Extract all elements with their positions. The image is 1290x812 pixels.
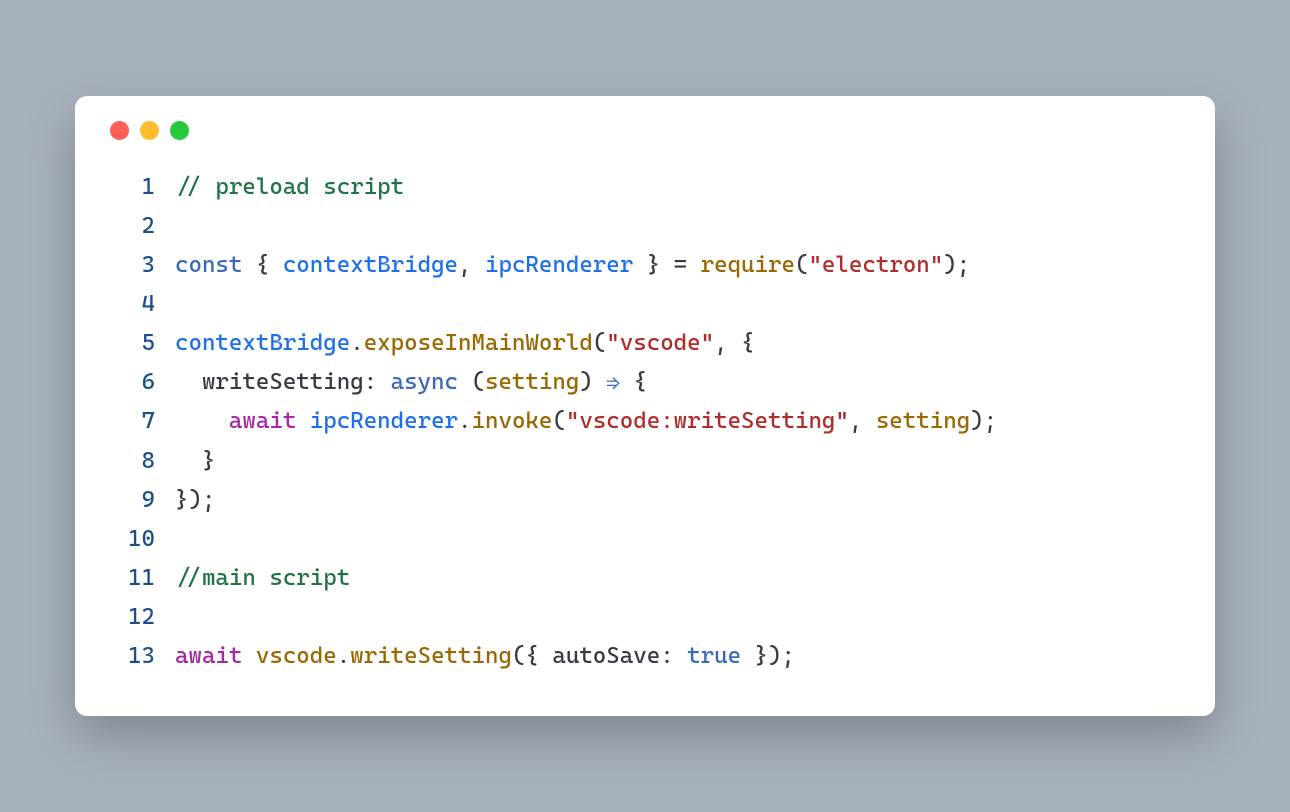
code-line: }: [175, 442, 1185, 481]
code-token: "vscode": [606, 330, 714, 356]
line-number: 8: [105, 442, 155, 481]
code-token: async: [391, 369, 458, 395]
code-token: [175, 369, 202, 395]
code-token: :: [364, 369, 391, 395]
code-line: [175, 520, 1185, 559]
code-line: await ipcRenderer.invoke("vscode:writeSe…: [175, 402, 1185, 441]
code-token: exposeInMainWorld: [364, 330, 593, 356]
line-number: 9: [105, 481, 155, 520]
code-token: writeSetting: [350, 643, 512, 669]
code-line: writeSetting: async (setting) ⇒ {: [175, 363, 1185, 402]
code-token: ipcRenderer: [485, 252, 633, 278]
line-number: 4: [105, 285, 155, 324]
line-number: 13: [105, 637, 155, 676]
code-token: // preload script: [175, 174, 404, 200]
line-number: 3: [105, 246, 155, 285]
code-token: });: [741, 643, 795, 669]
minimize-icon[interactable]: [140, 121, 159, 140]
code-token: } =: [633, 252, 700, 278]
code-token: [296, 408, 309, 434]
traffic-lights: [110, 121, 1185, 140]
line-number: 1: [105, 168, 155, 207]
code-token: vscode: [256, 643, 337, 669]
code-token: await: [175, 643, 242, 669]
code-token: }: [175, 448, 215, 474]
code-token: ipcRenderer: [310, 408, 458, 434]
code-token: "vscode:writeSetting": [566, 408, 849, 434]
code-token: );: [943, 252, 970, 278]
code-token: {: [242, 252, 282, 278]
code-line: });: [175, 481, 1185, 520]
code-token: contextBridge: [175, 330, 350, 356]
line-number: 10: [105, 520, 155, 559]
code-token: (: [552, 408, 565, 434]
code-token: const: [175, 252, 242, 278]
code-line: // preload script: [175, 168, 1185, 207]
code-line: //main script: [175, 559, 1185, 598]
code-token: ,: [849, 408, 876, 434]
code-line: await vscode.writeSetting({ autoSave: tr…: [175, 637, 1185, 676]
close-icon[interactable]: [110, 121, 129, 140]
code-token: contextBridge: [283, 252, 458, 278]
code-token: (: [458, 369, 485, 395]
code-token: );: [970, 408, 997, 434]
line-number: 5: [105, 324, 155, 363]
code-token: ⇒: [606, 369, 620, 395]
code-line: [175, 598, 1185, 637]
code-line: [175, 285, 1185, 324]
code-line: contextBridge.exposeInMainWorld("vscode"…: [175, 324, 1185, 363]
code-token: await: [229, 408, 296, 434]
maximize-icon[interactable]: [170, 121, 189, 140]
code-token: writeSetting: [202, 369, 364, 395]
code-token: .: [337, 643, 350, 669]
line-number: 11: [105, 559, 155, 598]
code-window: 12345678910111213 // preload script cons…: [75, 96, 1215, 716]
code-token: :: [660, 643, 687, 669]
code-token: , {: [714, 330, 754, 356]
code-token: (: [593, 330, 606, 356]
code-token: .: [350, 330, 363, 356]
line-number: 2: [105, 207, 155, 246]
code-token: "electron": [808, 252, 943, 278]
code-token: true: [687, 643, 741, 669]
code-token: .: [458, 408, 471, 434]
line-number: 7: [105, 402, 155, 441]
code-token: (: [795, 252, 808, 278]
code-block: 12345678910111213 // preload script cons…: [105, 168, 1185, 676]
line-number: 12: [105, 598, 155, 637]
code-content: // preload script const { contextBridge,…: [175, 168, 1185, 676]
code-token: invoke: [472, 408, 553, 434]
code-token: });: [175, 487, 215, 513]
code-token: require: [701, 252, 795, 278]
code-line: [175, 207, 1185, 246]
code-line: const { contextBridge, ipcRenderer } = r…: [175, 246, 1185, 285]
code-token: {: [620, 369, 647, 395]
code-token: //main script: [175, 565, 350, 591]
code-token: ): [579, 369, 606, 395]
code-token: setting: [876, 408, 970, 434]
code-token: autoSave: [552, 643, 660, 669]
code-token: ,: [458, 252, 485, 278]
code-token: [242, 643, 255, 669]
code-token: [175, 408, 229, 434]
code-token: ({: [512, 643, 552, 669]
code-token: setting: [485, 369, 579, 395]
line-number-gutter: 12345678910111213: [105, 168, 175, 676]
line-number: 6: [105, 363, 155, 402]
